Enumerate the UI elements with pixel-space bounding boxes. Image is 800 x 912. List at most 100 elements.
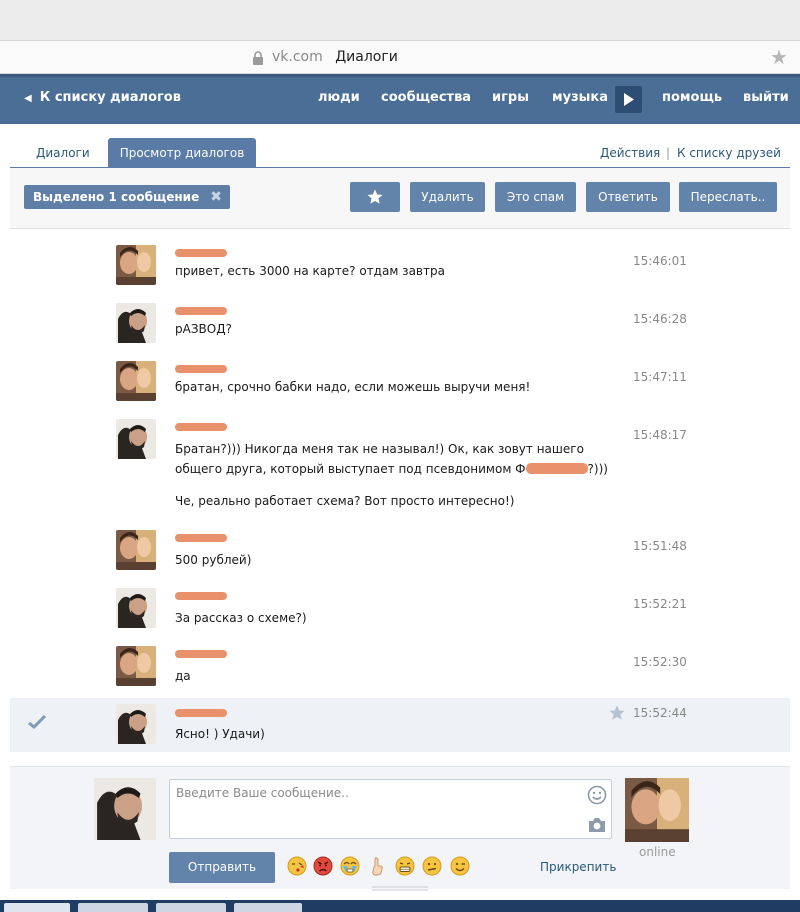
message-item[interactable]: да 15:52:30	[10, 638, 790, 690]
finger-up-emoji-icon[interactable]	[367, 856, 387, 876]
bookmark-star-icon[interactable]: ★	[770, 47, 788, 67]
top-navigation: ◀ К списку диалогов люди сообщества игры …	[0, 74, 800, 124]
crying-emoji-icon[interactable]	[340, 856, 360, 876]
address-bar[interactable]: vk.com Диалоги ★	[0, 40, 800, 74]
message-item[interactable]: Братан?))) Никогда меня так не называл!)…	[10, 411, 790, 521]
url-text[interactable]: vk.com Диалоги	[272, 49, 398, 65]
tab-dialogs[interactable]: Диалоги	[36, 146, 90, 160]
my-avatar[interactable]	[116, 419, 156, 459]
message-item-selected[interactable]: Ясно! ) Удачи) 15:52:44	[10, 698, 790, 752]
friend-avatar[interactable]	[116, 646, 156, 686]
message-time: 15:46:28	[633, 312, 687, 326]
nav-help[interactable]: помощь	[662, 90, 722, 105]
selection-toolbar: Выделено 1 сообщение ✖ Удалить Это спам …	[10, 168, 790, 229]
message-time: 15:47:11	[633, 370, 687, 384]
message-text: братан, срочно бабки надо, если можешь в…	[175, 380, 531, 394]
clear-selection-icon[interactable]: ✖	[210, 185, 222, 209]
message-item[interactable]: братан, срочно бабки надо, если можешь в…	[10, 353, 790, 405]
mark-important-button[interactable]	[350, 182, 400, 212]
message-time: 15:51:48	[633, 539, 687, 553]
message-text: Ясно! ) Удачи)	[175, 727, 265, 741]
forward-button[interactable]: Переслать..	[679, 182, 777, 212]
message-input[interactable]	[176, 786, 576, 832]
my-avatar[interactable]	[94, 778, 156, 840]
message-input-box[interactable]	[169, 779, 612, 839]
message-text: да	[175, 669, 191, 683]
taskbar-item[interactable]	[78, 903, 148, 912]
message-text-part: общего друга, который выступает под псев…	[175, 462, 526, 476]
message-composer: online Отправить Прикрепить	[10, 766, 790, 889]
back-to-dialogs-label: К списку диалогов	[39, 90, 181, 105]
friend-avatar[interactable]	[116, 361, 156, 401]
sender-name-redacted	[175, 650, 227, 658]
pseudonym-redacted	[525, 463, 588, 474]
link-separator: |	[666, 146, 671, 160]
message-item[interactable]: привет, есть 3000 на карте? отдам завтра…	[10, 237, 790, 289]
to-friends-link[interactable]: К списку друзей	[677, 146, 781, 160]
nav-people[interactable]: люди	[318, 90, 360, 105]
nav-music[interactable]: музыка	[552, 90, 608, 105]
message-time: 15:46:01	[633, 254, 687, 268]
recipient-avatar[interactable]	[625, 778, 689, 842]
friend-avatar[interactable]	[116, 530, 156, 570]
nav-communities[interactable]: сообщества	[381, 90, 471, 105]
message-text: Че, реально работает схема? Вот просто и…	[175, 494, 515, 508]
check-icon[interactable]	[28, 715, 46, 729]
os-taskbar	[0, 900, 800, 912]
my-avatar[interactable]	[116, 303, 156, 343]
grin-emoji-icon[interactable]	[395, 856, 415, 876]
message-text: привет, есть 3000 на карте? отдам завтра	[175, 264, 445, 278]
message-list: привет, есть 3000 на карте? отдам завтра…	[10, 229, 790, 752]
message-item[interactable]: За рассказ о схеме?) 15:52:21	[10, 580, 790, 632]
angry-emoji-icon[interactable]	[313, 856, 333, 876]
my-avatar[interactable]	[116, 704, 156, 744]
taskbar-item[interactable]	[234, 903, 302, 912]
wink-emoji-icon[interactable]	[450, 856, 470, 876]
url-domain: vk.com	[272, 49, 323, 65]
message-time: 15:52:30	[633, 655, 687, 669]
tabs-bar: Диалоги Просмотр диалогов	[10, 124, 790, 168]
sender-name-redacted	[175, 307, 227, 315]
favorite-star-icon[interactable]	[608, 704, 626, 722]
sender-name-redacted	[175, 709, 227, 717]
sender-name-redacted	[175, 365, 227, 373]
message-item[interactable]: рАЗВОД? 15:46:28	[10, 295, 790, 347]
actions-link[interactable]: Действия	[600, 146, 660, 160]
camera-icon[interactable]	[587, 817, 607, 833]
kiss-emoji-icon[interactable]	[287, 856, 307, 876]
sender-name-redacted	[175, 592, 227, 600]
play-icon	[624, 93, 634, 106]
sender-name-redacted	[175, 534, 227, 542]
spam-button[interactable]: Это спам	[495, 182, 576, 212]
message-text: 500 рублей)	[175, 553, 252, 567]
friend-avatar[interactable]	[116, 245, 156, 285]
sender-name-redacted	[175, 423, 227, 431]
message-text: рАЗВОД?	[175, 322, 232, 336]
taskbar-item[interactable]	[4, 903, 70, 912]
nav-games[interactable]: игры	[492, 90, 529, 105]
message-time: 15:52:21	[633, 597, 687, 611]
sender-name-redacted	[175, 249, 227, 257]
message-time: 15:52:44	[633, 706, 687, 720]
attach-link[interactable]: Прикрепить	[540, 860, 616, 874]
back-to-dialogs-link[interactable]: ◀ К списку диалогов	[24, 90, 181, 105]
message-time: 15:48:17	[633, 428, 687, 442]
my-avatar[interactable]	[116, 588, 156, 628]
taskbar-item[interactable]	[156, 903, 226, 912]
delete-button[interactable]: Удалить	[410, 182, 485, 212]
send-button[interactable]: Отправить	[169, 852, 275, 883]
smile-icon[interactable]	[587, 785, 607, 805]
browser-titlebar	[0, 0, 800, 40]
tab-view-dialogs[interactable]: Просмотр диалогов	[108, 138, 256, 168]
message-item[interactable]: 500 рублей) 15:51:48	[10, 522, 790, 574]
message-text: За рассказ о схеме?)	[175, 611, 307, 625]
reply-button[interactable]: Ответить	[586, 182, 670, 212]
confused-emoji-icon[interactable]	[422, 856, 442, 876]
message-text: Братан?))) Никогда меня так не называл!)…	[175, 442, 584, 456]
online-status: online	[639, 845, 676, 859]
music-play-button[interactable]	[615, 86, 642, 113]
selected-count-badge: Выделено 1 сообщение ✖	[24, 185, 230, 209]
star-icon	[367, 189, 383, 204]
resize-grip-icon[interactable]	[372, 886, 428, 892]
nav-logout[interactable]: выйти	[743, 90, 789, 105]
